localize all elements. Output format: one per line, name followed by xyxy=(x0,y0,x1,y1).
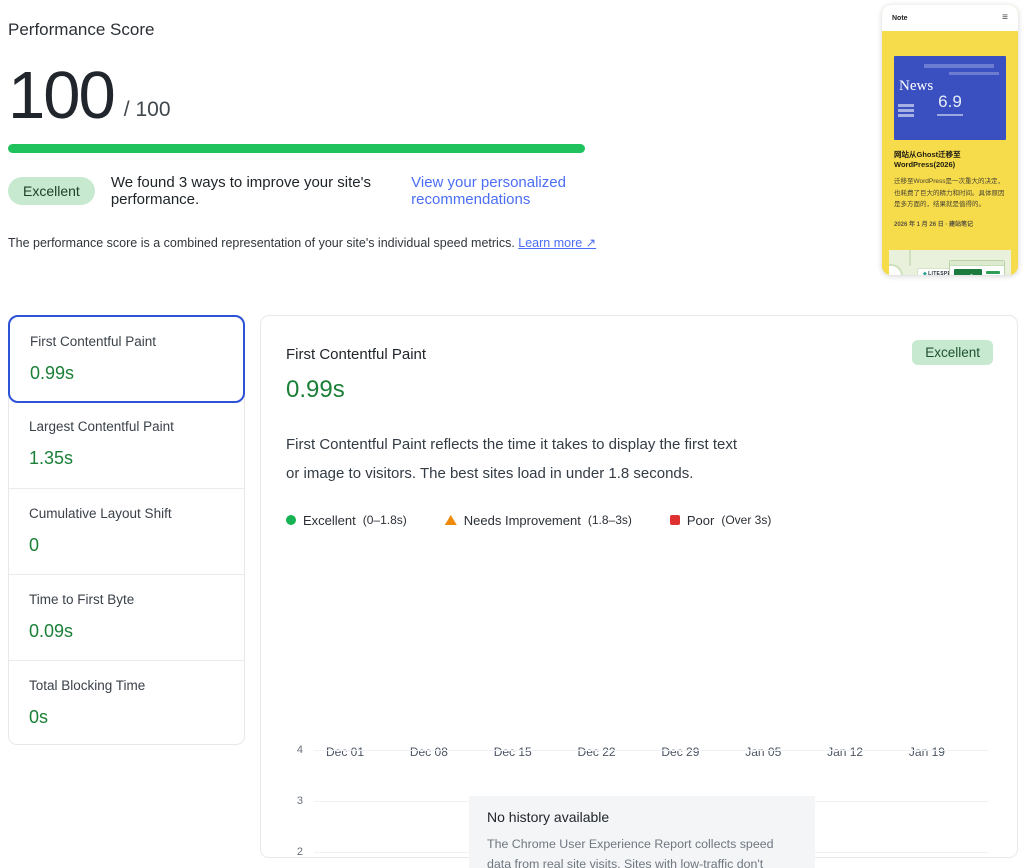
detail-description-line2: or image to visitors. The best sites loa… xyxy=(286,459,993,488)
detail-status-badge: Excellent xyxy=(912,340,993,365)
detail-description: First Contentful Paint reflects the time… xyxy=(286,430,993,489)
improvement-message: We found 3 ways to improve your site's p… xyxy=(111,174,411,208)
metric-label: Cumulative Layout Shift xyxy=(29,506,224,521)
recommendations-link[interactable]: View your personalized recommendations xyxy=(411,174,648,208)
preview-post-excerpt: 迁移至WordPress是一次重大的决定，也耗费了巨大的精力和时间。具体原因是多… xyxy=(894,176,1006,210)
warning-triangle-icon xyxy=(445,515,457,525)
preview-post-meta: 2026 年 1 月 26 日 · 建站笔记 xyxy=(894,219,1006,228)
no-history-body: The Chrome User Experience Report collec… xyxy=(487,834,797,868)
detail-description-line1: First Contentful Paint reflects the time… xyxy=(286,430,993,459)
detail-value: 0.99s xyxy=(286,376,993,404)
illustration-circle xyxy=(889,264,903,275)
preview-hero-value: 6.9 xyxy=(938,92,962,112)
metric-item-total-blocking-time[interactable]: Total Blocking Time 0s xyxy=(9,660,244,746)
legend-item-excellent: Excellent (0–1.8s) xyxy=(286,513,407,528)
legend-item-needs-improvement: Needs Improvement (1.8–3s) xyxy=(445,513,632,528)
preview-site-title: Note xyxy=(892,15,908,22)
metric-detail-panel: First Contentful Paint Excellent 0.99s F… xyxy=(260,315,1018,858)
legend-label: Needs Improvement xyxy=(464,513,581,528)
excellent-dot-icon xyxy=(286,515,296,525)
metric-item-first-contentful-paint[interactable]: First Contentful Paint 0.99s xyxy=(8,315,245,403)
litespeed-icon: ◈ xyxy=(923,271,927,275)
metric-value: 0s xyxy=(29,707,224,728)
metric-item-cumulative-layout-shift[interactable]: Cumulative Layout Shift 0 xyxy=(9,488,244,574)
metric-value: 1.35s xyxy=(29,448,224,469)
hero-side-text xyxy=(898,104,914,119)
site-preview-thumbnail: Note ≡ News 6.9 网站从Ghost迁移至WordPress(202… xyxy=(882,5,1018,275)
detail-title: First Contentful Paint xyxy=(286,340,426,363)
legend-range: (0–1.8s) xyxy=(363,513,407,527)
score-status-row: Excellent We found 3 ways to improve you… xyxy=(8,174,648,208)
metric-value: 0 xyxy=(29,535,224,556)
metric-value: 0.09s xyxy=(29,621,224,642)
no-history-overlay: No history available The Chrome User Exp… xyxy=(469,796,815,868)
score-display: 100 / 100 xyxy=(8,64,648,128)
hero-streak xyxy=(949,72,999,75)
poor-square-icon xyxy=(670,515,680,525)
chart-legend: Excellent (0–1.8s) Needs Improvement (1.… xyxy=(286,513,993,528)
score-value: 100 xyxy=(8,64,114,128)
legend-label: Poor xyxy=(687,513,714,528)
no-history-title: No history available xyxy=(487,809,797,825)
score-note: The performance score is a combined repr… xyxy=(8,235,648,250)
hamburger-icon: ≡ xyxy=(1002,13,1008,23)
legend-item-poor: Poor (Over 3s) xyxy=(670,513,771,528)
metric-item-largest-contentful-paint[interactable]: Largest Contentful Paint 1.35s xyxy=(9,402,244,488)
metric-sidebar: First Contentful Paint 0.99s Largest Con… xyxy=(8,315,245,745)
metric-item-time-to-first-byte[interactable]: Time to First Byte 0.09s xyxy=(9,574,244,660)
y-axis-tick: 3 xyxy=(286,795,303,807)
y-axis-tick: 4 xyxy=(286,744,303,756)
image-placeholder-icon xyxy=(954,269,982,275)
fcp-history-chart: 4 3 2 1 0 No history available The Chrom… xyxy=(286,745,993,868)
preview-body: News 6.9 网站从Ghost迁移至WordPress(2026) 迁移至W… xyxy=(882,56,1018,275)
metric-label: Largest Contentful Paint xyxy=(29,419,224,434)
score-progress-bar xyxy=(8,144,585,153)
preview-hero-label: News xyxy=(899,78,933,95)
metric-value: 0.99s xyxy=(30,363,223,384)
detail-header: First Contentful Paint Excellent xyxy=(286,340,993,365)
gridline-row: 4 xyxy=(286,745,989,757)
legend-range: (Over 3s) xyxy=(721,513,771,527)
performance-page: Performance Score 100 / 100 Excellent We… xyxy=(0,0,1024,868)
score-status-badge: Excellent xyxy=(8,177,95,205)
preview-post-title: 网站从Ghost迁移至WordPress(2026) xyxy=(894,150,1006,170)
hero-caption xyxy=(937,114,963,116)
preview-browser-bar: Note ≡ xyxy=(882,5,1018,31)
illustration-browser-window xyxy=(949,260,1005,275)
legend-label: Excellent xyxy=(303,513,356,528)
y-axis-tick: 2 xyxy=(286,846,303,858)
preview-footer-illustration: ◈LITESPEED xyxy=(889,250,1011,275)
metric-label: Time to First Byte xyxy=(29,592,224,607)
score-summary: Performance Score 100 / 100 Excellent We… xyxy=(8,20,648,250)
learn-more-link[interactable]: Learn more ↗ xyxy=(518,236,596,250)
metric-label: First Contentful Paint xyxy=(30,334,223,349)
preview-hero-image: News 6.9 xyxy=(894,56,1006,140)
hero-streak xyxy=(924,64,994,68)
legend-range: (1.8–3s) xyxy=(588,513,632,527)
page-title: Performance Score xyxy=(8,20,648,40)
metric-label: Total Blocking Time xyxy=(29,678,224,693)
score-note-text: The performance score is a combined repr… xyxy=(8,236,518,250)
score-denominator: / 100 xyxy=(124,98,171,128)
